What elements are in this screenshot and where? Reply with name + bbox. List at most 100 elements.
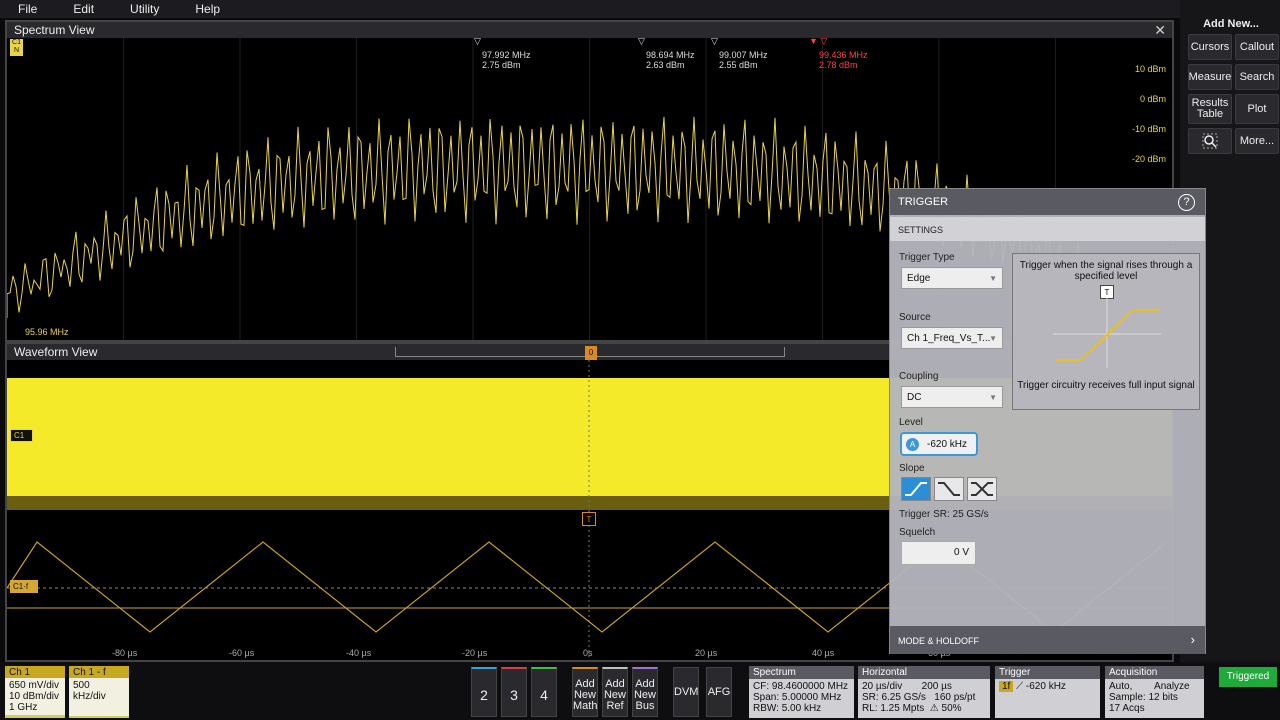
source-select[interactable]: Ch 1_Freq_Vs_T... ▼	[901, 327, 1003, 349]
marker-2[interactable]: ▽	[638, 36, 645, 46]
results-table-button[interactable]: Results Table	[1188, 94, 1232, 124]
add-new-math-button[interactable]: Add New Math	[572, 667, 598, 717]
add-new-title: Add New...	[1203, 18, 1259, 30]
ch1-dbmdiv: 10 dBm/div	[9, 691, 60, 702]
menu-help[interactable]: Help	[177, 0, 238, 18]
trigger-panel: TRIGGER? SETTINGS Trigger Type Edge ▼ Sou…	[889, 188, 1206, 654]
ytick-m10: -10 dBm	[1131, 124, 1166, 134]
rising-edge-icon	[905, 482, 927, 496]
source-value: Ch 1_Freq_Vs_T...	[907, 333, 991, 344]
ch1f-label[interactable]: C1·f	[10, 580, 39, 593]
coupling-select[interactable]: DC ▼	[901, 386, 1003, 408]
marker-4-amp: 2.78 dBm	[819, 60, 858, 70]
search-button[interactable]: Search	[1235, 64, 1279, 90]
trigger-type-label: Trigger Type	[899, 252, 955, 263]
mode-holdoff-label: MODE & HOLDOFF	[898, 636, 980, 646]
dropdown-arrow-icon: ▼	[989, 274, 997, 283]
zero-time-marker[interactable]: 0	[585, 346, 597, 360]
marker-4-freq: 99.436 MHz	[819, 50, 868, 60]
slope-falling-button[interactable]	[934, 477, 964, 501]
marker-3[interactable]: ▽	[711, 36, 718, 46]
slope-label: Slope	[899, 463, 925, 474]
ch1-bandwidth: 1 GHz	[9, 702, 38, 713]
rising-edge-diagram	[1053, 298, 1161, 368]
ch1f-badge[interactable]: Ch 1 - f 500 kHz/div	[69, 666, 129, 718]
dropdown-arrow-icon: ▼	[989, 393, 997, 402]
trigger-badge-title: Trigger	[995, 666, 1100, 679]
level-knob-badge: A	[906, 438, 919, 451]
trigger-source-badge: 1f	[999, 681, 1014, 692]
marker-3-readout: 99.007 MHz 2.55 dBm	[719, 50, 768, 70]
spectrum-view-title: Spectrum View ✕	[7, 22, 1172, 38]
plot-button[interactable]: Plot	[1235, 94, 1279, 124]
more-button[interactable]: More...	[1235, 128, 1279, 154]
zoom-icon[interactable]	[1188, 128, 1232, 154]
acquisition-badge[interactable]: Acquisition Auto, Analyze Sample: 12 bit…	[1105, 666, 1204, 718]
callout-button[interactable]: Callout	[1235, 34, 1279, 60]
xtick: -40 µs	[346, 648, 372, 658]
level-value: -620 kHz	[927, 439, 968, 450]
add-new-ref-button[interactable]: Add New Ref	[602, 667, 628, 717]
waveform-title-text: Waveform View	[14, 345, 98, 359]
falling-edge-icon	[938, 482, 960, 496]
trigger-description: Trigger when the signal rises through a …	[1012, 253, 1200, 410]
xtick: 0s	[583, 648, 593, 658]
marker-1[interactable]: ▽	[474, 36, 481, 46]
mode-holdoff-section[interactable]: MODE & HOLDOFF ›	[890, 626, 1205, 654]
ch1-badge[interactable]: Ch 1 650 mV/div 10 dBm/div 1 GHz	[5, 666, 65, 718]
acquisition-badge-title: Acquisition	[1105, 666, 1204, 679]
settings-section: SETTINGS	[890, 217, 1205, 241]
spectrum-badge[interactable]: Spectrum CF: 98.4600000 MHz Span: 5.0000…	[749, 666, 854, 718]
channel-3-button[interactable]: 3	[501, 667, 527, 717]
trigger-position-marker[interactable]: T	[582, 512, 596, 526]
channel-4-button[interactable]: 4	[531, 667, 557, 717]
add-new-bus-button[interactable]: Add New Bus	[632, 667, 658, 717]
close-icon[interactable]: ✕	[1154, 22, 1166, 38]
trigger-level-value: -620 kHz	[1025, 681, 1066, 692]
triggered-status: Triggered	[1219, 667, 1277, 687]
xtick: -20 µs	[462, 648, 488, 658]
squelch-input[interactable]: 0 V	[901, 541, 976, 565]
ch1f-scale: 500 kHz/div	[73, 680, 106, 702]
xtick: 20 µs	[695, 648, 718, 658]
trigger-title: TRIGGER	[898, 196, 949, 208]
source-label: Source	[899, 312, 931, 323]
marker-2-freq: 98.694 MHz	[646, 50, 695, 60]
ytick-0: 0 dBm	[1139, 94, 1166, 104]
marker-1-amp: 2.75 dBm	[482, 60, 521, 70]
ch1-label[interactable]: C1	[10, 429, 34, 442]
xtick: 40 µs	[812, 648, 835, 658]
marker-4-active[interactable]: ▼ ▽	[809, 36, 827, 46]
xtick: -60 µs	[229, 648, 255, 658]
slope-either-button[interactable]	[967, 477, 997, 501]
acquisition-badge-body: Auto, Analyze Sample: 12 bits 17 Acqs	[1109, 681, 1190, 714]
menu-utility[interactable]: Utility	[112, 0, 177, 18]
spectrum-badge-body: CF: 98.4600000 MHz Span: 5.00000 MHz RBW…	[753, 681, 849, 714]
dvm-button[interactable]: DVM	[673, 667, 699, 717]
slope-rising-button[interactable]	[901, 477, 931, 501]
menu-bar: File Edit Utility Help	[0, 0, 1180, 18]
description-top: Trigger when the signal rises through a …	[1019, 260, 1193, 282]
menu-edit[interactable]: Edit	[55, 0, 112, 18]
dropdown-arrow-icon: ▼	[989, 334, 997, 343]
menu-file[interactable]: File	[0, 0, 55, 18]
description-bottom: Trigger circuitry receives full input si…	[1017, 380, 1195, 391]
channel-2-button[interactable]: 2	[471, 667, 497, 717]
marker-2-readout: 98.694 MHz 2.63 dBm	[646, 50, 695, 70]
horizontal-badge-body: 20 µs/div 200 µs SR: 6.25 GS/s 160 ps/pt…	[862, 681, 976, 714]
cursors-button[interactable]: Cursors	[1188, 34, 1232, 60]
trigger-type-select[interactable]: Edge ▼	[901, 267, 1003, 289]
afg-button[interactable]: AFG	[706, 667, 732, 717]
level-input[interactable]: A -620 kHz	[900, 432, 978, 456]
marker-3-freq: 99.007 MHz	[719, 50, 768, 60]
horizontal-badge-title: Horizontal	[858, 666, 990, 679]
trigger-badge[interactable]: Trigger 1f ⟋ -620 kHz	[995, 666, 1100, 718]
horizontal-badge[interactable]: Horizontal 20 µs/div 200 µs SR: 6.25 GS/…	[858, 666, 990, 718]
measure-button[interactable]: Measure	[1188, 64, 1232, 90]
rising-edge-icon: ⟋	[1016, 681, 1024, 692]
ch1f-badge-body: 500 kHz/div	[69, 678, 129, 716]
help-icon[interactable]: ?	[1178, 194, 1195, 211]
marker-3-amp: 2.55 dBm	[719, 60, 758, 70]
xtick: -80 µs	[112, 648, 138, 658]
start-frequency: 95.96 MHz	[25, 327, 69, 337]
